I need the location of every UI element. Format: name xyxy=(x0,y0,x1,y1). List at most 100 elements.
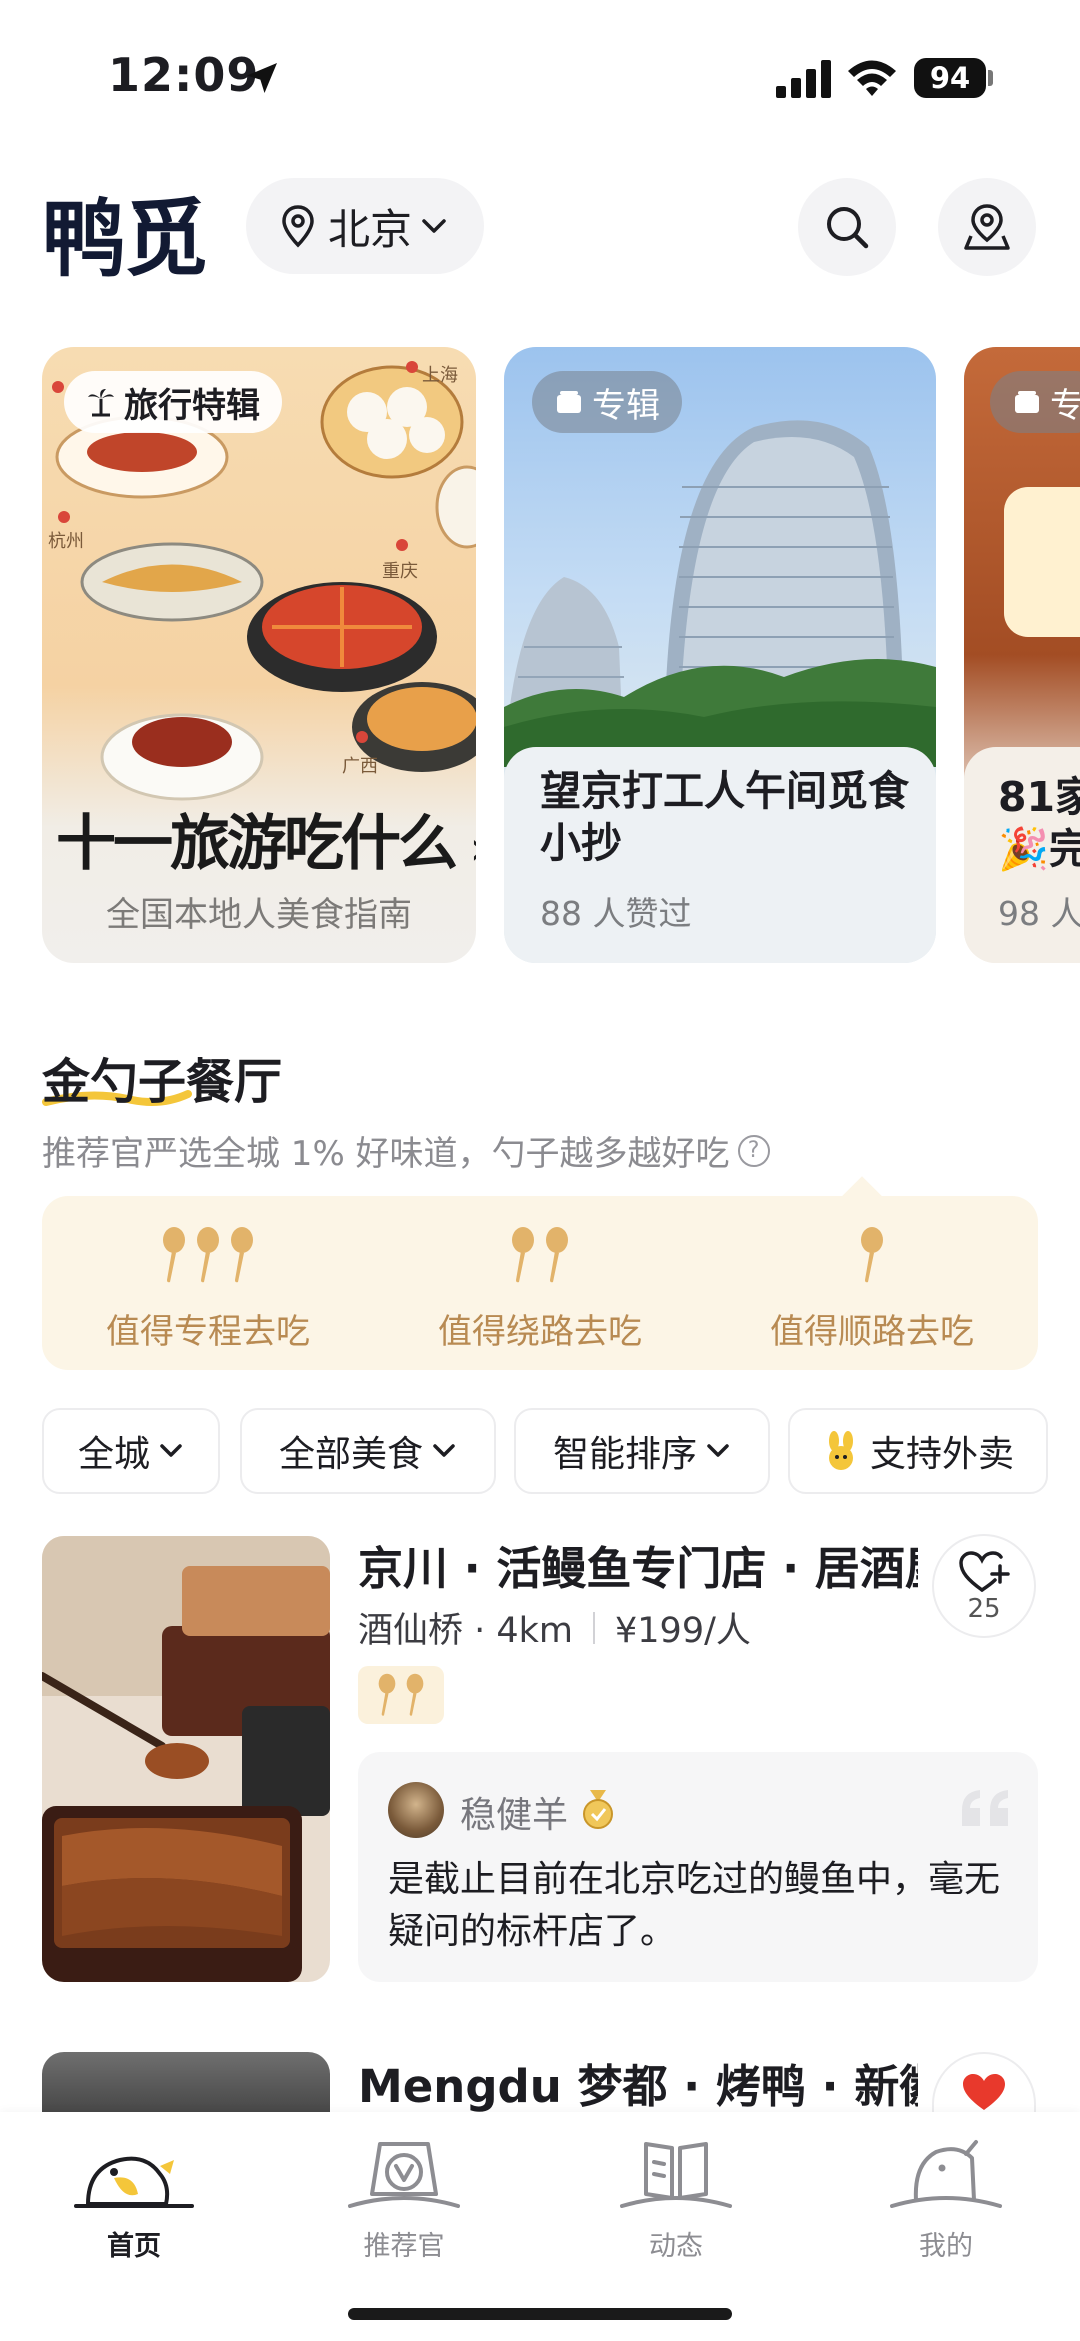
spoon-icon xyxy=(546,1227,568,1283)
restaurant-photo[interactable] xyxy=(42,1536,330,1982)
tab-label: 我的 xyxy=(919,2231,973,2262)
restaurant-area: 酒仙桥 · 4km xyxy=(358,1611,574,1651)
palm-tree-icon xyxy=(88,389,114,417)
card-title-line: 81家 xyxy=(998,773,1080,821)
tab-feed[interactable]: 动态 xyxy=(606,2134,746,2263)
card-title: 81家 🎉完 xyxy=(998,771,1080,875)
heart-plus-icon xyxy=(959,1551,1010,1592)
map-label: 上海 xyxy=(422,365,458,386)
spoon-level-label: 值得顺路去吃 xyxy=(770,1312,974,1352)
spoon-icon xyxy=(197,1227,219,1283)
map-label: 广西 xyxy=(342,756,378,777)
card-title: 十一旅游吃什么 › xyxy=(56,795,476,882)
spoon-icon xyxy=(512,1227,534,1283)
card-title-line: 🎉完 xyxy=(998,825,1080,873)
spoon-level-3[interactable]: 值得专程去吃 xyxy=(42,1226,374,1353)
folder-icon xyxy=(557,391,581,413)
help-icon[interactable]: ? xyxy=(737,1134,770,1167)
spoon-level-label: 值得绕路去吃 xyxy=(438,1312,642,1352)
tab-recommenders[interactable]: 推荐官 xyxy=(334,2134,474,2263)
filter-sort[interactable]: 智能排序 xyxy=(514,1408,770,1494)
review-text: 是截止目前在北京吃过的鳗鱼中，毫无疑问的标杆店了。 xyxy=(388,1859,1001,1952)
tab-label: 推荐官 xyxy=(363,2231,445,2262)
card-likes: 98 人 xyxy=(998,894,1080,933)
chevron-down-icon xyxy=(707,1444,729,1457)
tooltip-arrow xyxy=(842,1176,882,1216)
spoon-level-2[interactable]: 值得绕路去吃 xyxy=(374,1226,706,1353)
review-card[interactable]: 稳健羊 是截止目前在北京吃过的鳗鱼中，毫无疑问的标杆店了。 xyxy=(358,1752,1038,1982)
heart-filled-icon xyxy=(963,2074,1005,2110)
medal-icon xyxy=(583,1790,613,1829)
card-subtitle: 全国本地人美食指南 xyxy=(106,895,412,935)
section-subtitle-text: 推荐官严选全城 1% 好味道，勺子越多越好吃 xyxy=(42,1134,730,1174)
status-bar: 12:09 94 xyxy=(0,0,1080,150)
home-indicator[interactable] xyxy=(348,2308,732,2320)
nearby-map-button[interactable] xyxy=(938,178,1036,276)
location-arrow-icon xyxy=(247,63,277,93)
battery-tip xyxy=(988,70,993,86)
album-card-wangjing[interactable]: 专辑 望京打工人午间觅食小抄 88 人赞过 xyxy=(504,347,936,963)
city-name: 北京 xyxy=(328,204,413,254)
favorite-button[interactable]: 25 xyxy=(932,1534,1036,1638)
travel-feature-badge: 旅行特辑 xyxy=(64,371,282,433)
favorite-count: 25 xyxy=(967,1594,1001,1624)
tab-home[interactable]: 首页 xyxy=(64,2134,204,2263)
map-pin-icon xyxy=(964,204,1010,250)
tab-label: 动态 xyxy=(649,2231,703,2262)
spoon-icon xyxy=(861,1227,883,1283)
filter-label: 全部美食 xyxy=(278,1434,423,1475)
chevron-down-icon xyxy=(160,1444,182,1457)
tab-profile[interactable]: 我的 xyxy=(876,2134,1016,2263)
spoon-icons xyxy=(42,1226,374,1286)
open-book-icon xyxy=(620,2142,732,2208)
card-title-text: 十一旅游吃什么 xyxy=(56,809,458,879)
filter-city[interactable]: 全城 xyxy=(42,1408,220,1494)
spoon-icon xyxy=(231,1227,253,1283)
travel-feature-card[interactable]: 上海 杭州 重庆 广西 旅行特辑 十一旅游吃什么 › 全国本地人美食指南 xyxy=(42,347,476,963)
filter-cuisine[interactable]: 全部美食 xyxy=(240,1408,496,1494)
spoon-level-label: 值得专程去吃 xyxy=(106,1312,310,1352)
restaurant-spoon-rating xyxy=(358,1666,444,1724)
map-label: 重庆 xyxy=(382,561,418,582)
restaurant-meta: 酒仙桥 · 4km ¥199/人 xyxy=(358,1602,751,1653)
status-time: 12:09 xyxy=(108,48,260,102)
badge-label: 专 xyxy=(1050,385,1080,426)
spoon-icon xyxy=(378,1673,396,1716)
profile-mascot-icon xyxy=(890,2140,1002,2208)
album-badge: 专 xyxy=(990,371,1080,433)
card-title: 望京打工人午间觅食小抄 xyxy=(540,767,909,867)
avatar[interactable] xyxy=(388,1782,444,1838)
badge-label: 专辑 xyxy=(592,385,660,426)
spoon-icon xyxy=(163,1227,185,1283)
restaurant-price: ¥199/人 xyxy=(615,1611,751,1651)
section-title: 金勺子餐厅 xyxy=(42,1054,283,1110)
divider xyxy=(593,1611,596,1644)
album-card-partial[interactable]: 专 81家 🎉完 98 人 xyxy=(964,347,1080,963)
reviewer-name[interactable]: 稳健羊 xyxy=(460,1786,568,1838)
location-pin-icon xyxy=(282,205,314,248)
search-icon xyxy=(827,207,869,249)
city-selector[interactable]: 北京 xyxy=(246,178,484,274)
search-button[interactable] xyxy=(798,178,896,276)
quote-icon xyxy=(962,1790,1008,1826)
spoon-icons xyxy=(374,1226,706,1286)
chevron-down-icon xyxy=(433,1444,455,1457)
tab-label: 首页 xyxy=(107,2231,161,2262)
card-cover-graphic xyxy=(1004,487,1080,637)
filter-label: 智能排序 xyxy=(552,1434,697,1475)
spoon-level-1[interactable]: 值得顺路去吃 xyxy=(706,1226,1038,1353)
app-logo: 鸭觅 xyxy=(42,189,208,288)
map-label: 杭州 xyxy=(48,531,84,552)
filter-label: 全城 xyxy=(77,1434,150,1475)
eel-rice-photo xyxy=(42,1536,330,1982)
cellular-signal-icon xyxy=(776,60,831,98)
bunny-icon xyxy=(828,1431,853,1470)
restaurant-name[interactable]: Mengdu 梦都 · 烤鸭 · 新徽菜 xyxy=(358,2050,918,2115)
badge-label: 旅行特辑 xyxy=(124,385,260,426)
duck-home-icon xyxy=(74,2156,194,2208)
badge-v-icon xyxy=(348,2142,460,2208)
chevron-down-icon xyxy=(422,219,446,233)
filter-delivery[interactable]: 支持外卖 xyxy=(788,1408,1048,1494)
filter-label: 支持外卖 xyxy=(869,1434,1014,1475)
restaurant-name[interactable]: 京川 · 活鳗鱼专门店 · 居酒屋 xyxy=(358,1532,918,1597)
